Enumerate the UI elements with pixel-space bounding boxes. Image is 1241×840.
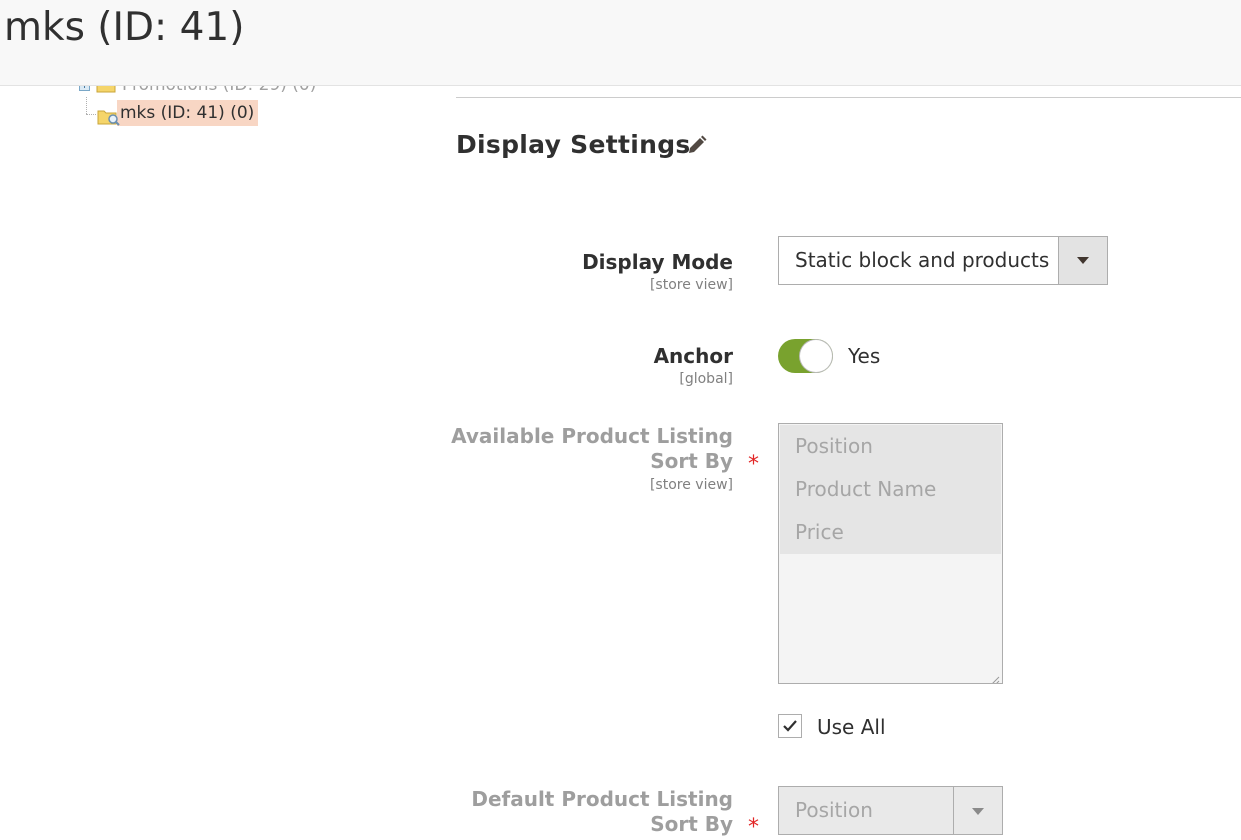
page-header: mks (ID: 41) [0, 0, 1241, 86]
resize-grip-icon[interactable] [990, 671, 1000, 683]
folder-search-icon [97, 106, 120, 126]
available-sort-by-multiselect: Position Product Name Price [778, 423, 1003, 684]
display-mode-label: Display Mode [582, 250, 733, 274]
multiselect-option: Price [795, 520, 844, 544]
tree-item-selected[interactable]: mks (ID: 41) (0) [97, 100, 259, 126]
anchor-toggle-label: Yes [848, 344, 881, 368]
dropdown-button[interactable] [1058, 237, 1107, 284]
chevron-down-icon [972, 808, 984, 815]
toggle-knob [800, 340, 832, 372]
anchor-scope: [global] [679, 371, 733, 387]
tree-connector [86, 97, 87, 114]
tree-connector [86, 114, 96, 115]
use-all-label[interactable]: Use All [817, 714, 886, 740]
available-sort-by-scope: [store view] [649, 477, 733, 493]
default-sort-by-label-2: Sort By [650, 812, 733, 836]
required-marker: * [748, 815, 759, 840]
available-sort-by-label: Available Product Listing [451, 424, 733, 448]
display-mode-scope: [store view] [649, 277, 733, 293]
default-sort-by-label: Default Product Listing [471, 787, 733, 811]
default-sort-by-select: Position [778, 786, 1003, 835]
anchor-toggle[interactable] [778, 339, 833, 373]
chevron-down-icon [1077, 257, 1089, 264]
checkmark-icon [783, 720, 797, 732]
section-divider [456, 97, 1241, 98]
page-title: mks (ID: 41) [4, 5, 245, 50]
default-sort-by-value: Position [795, 798, 873, 822]
dropdown-button [953, 787, 1002, 834]
multiselect-option: Position [795, 434, 873, 458]
required-marker: * [748, 452, 759, 477]
pencil-icon[interactable] [686, 134, 708, 156]
multiselect-option: Product Name [795, 477, 937, 501]
anchor-label: Anchor [653, 344, 733, 368]
tree-item-label: mks (ID: 41) (0) [117, 100, 259, 126]
display-mode-value: Static block and products [795, 248, 1050, 272]
use-all-checkbox[interactable] [778, 714, 802, 738]
section-title[interactable]: Display Settings [456, 128, 691, 162]
available-sort-by-label-2: Sort By [650, 449, 733, 473]
multiselect-options: Position Product Name Price [780, 425, 1001, 554]
display-mode-select[interactable]: Static block and products [778, 236, 1108, 285]
